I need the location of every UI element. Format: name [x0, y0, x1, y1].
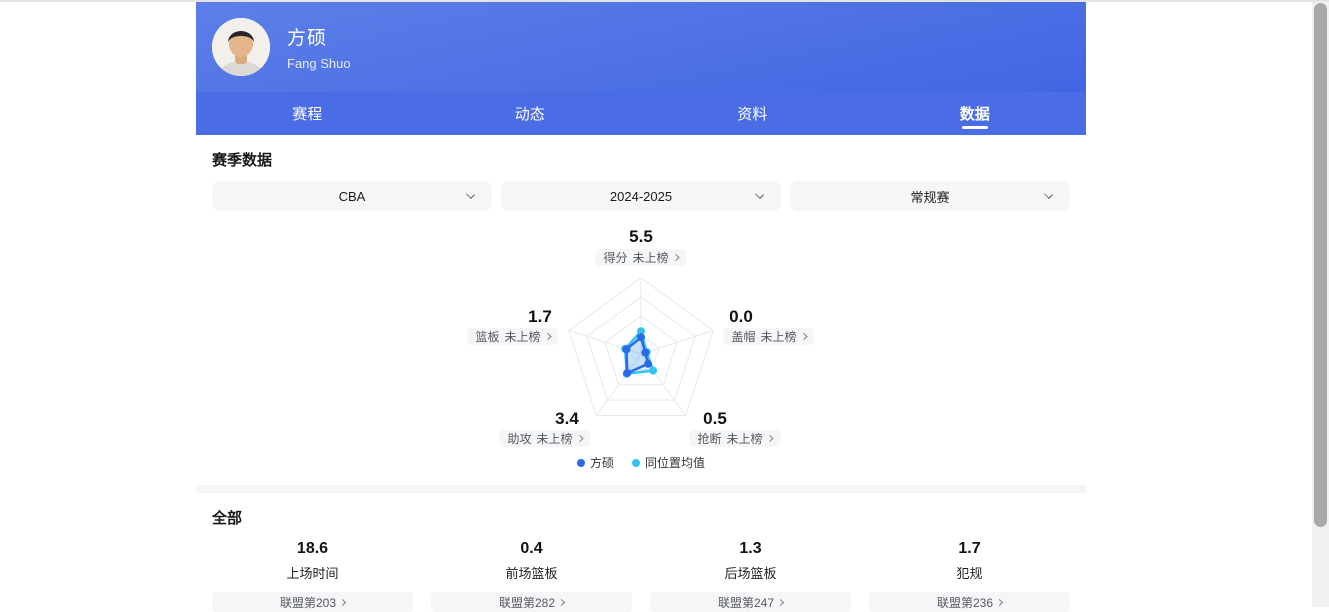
- tab-profile[interactable]: 资料: [641, 92, 864, 135]
- stage-dropdown[interactable]: 常规赛: [790, 181, 1070, 211]
- legend-label: 同位置均值: [645, 454, 705, 471]
- player-name: 方硕: [287, 23, 351, 50]
- chevron-right-icon: [800, 333, 807, 340]
- rank-status: 未上榜: [505, 328, 541, 345]
- stat-name: 得分: [603, 249, 627, 266]
- stat-value: 5.5: [629, 227, 653, 247]
- tab-news[interactable]: 动态: [419, 92, 642, 135]
- player-name-block: 方硕 Fang Shuo: [287, 23, 351, 71]
- legend-item-player: 方硕: [577, 454, 614, 471]
- filter-row: CBA 2024-2025 常规赛: [212, 181, 1070, 211]
- legend-dot: [577, 459, 585, 467]
- league-rank-text: 联盟第203: [280, 594, 336, 611]
- stat-name: 篮板: [475, 328, 499, 345]
- stat-value: 0.0: [729, 307, 753, 327]
- league-rank-text: 联盟第247: [718, 594, 774, 611]
- stat-col-offensive-rebounds: 0.4 前场篮板 联盟第282: [431, 540, 632, 612]
- avatar-photo-placeholder: [212, 18, 270, 76]
- stat-name: 助攻: [507, 430, 531, 447]
- player-header: 方硕 Fang Shuo: [196, 2, 1086, 92]
- stat-col-defensive-rebounds: 1.3 后场篮板 联盟第247: [650, 540, 851, 612]
- stat-value: 1.3: [650, 540, 851, 558]
- radar-rank-pill-rebounds[interactable]: 篮板未上榜: [467, 328, 558, 346]
- league-rank-button[interactable]: 联盟第236: [869, 592, 1070, 612]
- stat-value: 1.7: [528, 307, 552, 327]
- tab-data[interactable]: 数据: [864, 92, 1087, 135]
- radar-rank-pill-points[interactable]: 得分未上榜: [595, 249, 686, 267]
- tab-schedule[interactable]: 赛程: [196, 92, 419, 135]
- stat-value: 0.4: [431, 540, 632, 558]
- stat-col-fouls: 1.7 犯规 联盟第236: [869, 540, 1070, 612]
- chevron-right-icon: [558, 598, 565, 605]
- chevron-right-icon: [996, 598, 1003, 605]
- stat-col-minutes: 18.6 上场时间 联盟第203: [212, 540, 413, 612]
- radar-label-rebounds: 1.7: [528, 307, 552, 327]
- league-dropdown[interactable]: CBA: [212, 181, 492, 211]
- stats-grid: 18.6 上场时间 联盟第203 0.4 前场篮板 联盟第282 1.3 后场篮…: [212, 540, 1070, 612]
- chevron-right-icon: [672, 254, 679, 261]
- stage-dropdown-value: 常规赛: [910, 187, 949, 206]
- chevron-right-icon: [339, 598, 346, 605]
- season-data-section: 赛季数据 CBA 2024-2025 常规赛 5.5 得分未上榜: [196, 135, 1086, 485]
- league-rank-text: 联盟第236: [937, 594, 993, 611]
- season-dropdown-value: 2024-2025: [610, 189, 672, 204]
- radar-label-assists: 3.4: [555, 409, 579, 429]
- radar-label-blocks: 0.0: [729, 307, 753, 327]
- tab-data-label: 数据: [960, 103, 990, 124]
- radar-rank-pill-assists[interactable]: 助攻未上榜: [499, 430, 590, 448]
- all-stats-section: 全部 18.6 上场时间 联盟第203 0.4 前场篮板 联盟第282 1.3: [196, 493, 1086, 612]
- stat-label: 上场时间: [212, 563, 413, 582]
- rank-status: 未上榜: [633, 249, 669, 266]
- stat-value: 0.5: [703, 409, 727, 429]
- stat-label: 后场篮板: [650, 563, 851, 582]
- stat-name: 抢断: [697, 430, 721, 447]
- stat-label: 前场篮板: [431, 563, 632, 582]
- chevron-down-icon: [1044, 190, 1053, 199]
- chevron-right-icon: [544, 333, 551, 340]
- league-rank-button[interactable]: 联盟第247: [650, 592, 851, 612]
- scrollbar-track[interactable]: [1312, 2, 1329, 607]
- radar-rank-pill-steals[interactable]: 抢断未上榜: [689, 430, 780, 448]
- tab-profile-label: 资料: [737, 103, 767, 124]
- rank-status: 未上榜: [727, 430, 763, 447]
- tab-news-label: 动态: [515, 103, 545, 124]
- tab-bar: 赛程 动态 资料 数据: [196, 92, 1086, 135]
- scrollbar-thumb[interactable]: [1314, 3, 1327, 527]
- league-rank-button[interactable]: 联盟第282: [431, 592, 632, 612]
- chevron-right-icon: [576, 435, 583, 442]
- radar-rank-pill-blocks[interactable]: 盖帽未上榜: [723, 328, 814, 346]
- stat-label: 犯规: [869, 563, 1070, 582]
- tab-active-indicator: [962, 126, 988, 129]
- radar-label-steals: 0.5: [703, 409, 727, 429]
- tab-schedule-label: 赛程: [292, 103, 322, 124]
- page-content: 方硕 Fang Shuo 赛程 动态 资料 数据 赛季数据 CBA: [196, 2, 1086, 612]
- season-section-title: 赛季数据: [212, 149, 1070, 170]
- radar-chart-area: 5.5 得分未上榜 1.7 篮板未上榜 0.0 盖帽未上榜 3.4 助攻未上榜: [212, 211, 1070, 485]
- chevron-right-icon: [766, 435, 773, 442]
- stat-value: 1.7: [869, 540, 1070, 558]
- legend-label: 方硕: [590, 454, 614, 471]
- league-rank-text: 联盟第282: [499, 594, 555, 611]
- league-rank-button[interactable]: 联盟第203: [212, 592, 413, 612]
- rank-status: 未上榜: [537, 430, 573, 447]
- chevron-down-icon: [466, 190, 475, 199]
- season-dropdown[interactable]: 2024-2025: [501, 181, 781, 211]
- stat-name: 盖帽: [731, 328, 755, 345]
- stat-value: 18.6: [212, 540, 413, 558]
- player-name-en: Fang Shuo: [287, 56, 351, 71]
- section-divider: [196, 485, 1086, 493]
- legend-dot: [632, 459, 640, 467]
- rank-status: 未上榜: [761, 328, 797, 345]
- legend-item-average: 同位置均值: [632, 454, 705, 471]
- player-avatar: [212, 18, 270, 76]
- radar-label-points: 5.5: [629, 227, 653, 247]
- all-section-title: 全部: [212, 507, 1070, 528]
- league-dropdown-value: CBA: [339, 189, 366, 204]
- chevron-right-icon: [777, 598, 784, 605]
- chevron-down-icon: [755, 190, 764, 199]
- chart-legend: 方硕 同位置均值: [577, 454, 705, 471]
- stat-value: 3.4: [555, 409, 579, 429]
